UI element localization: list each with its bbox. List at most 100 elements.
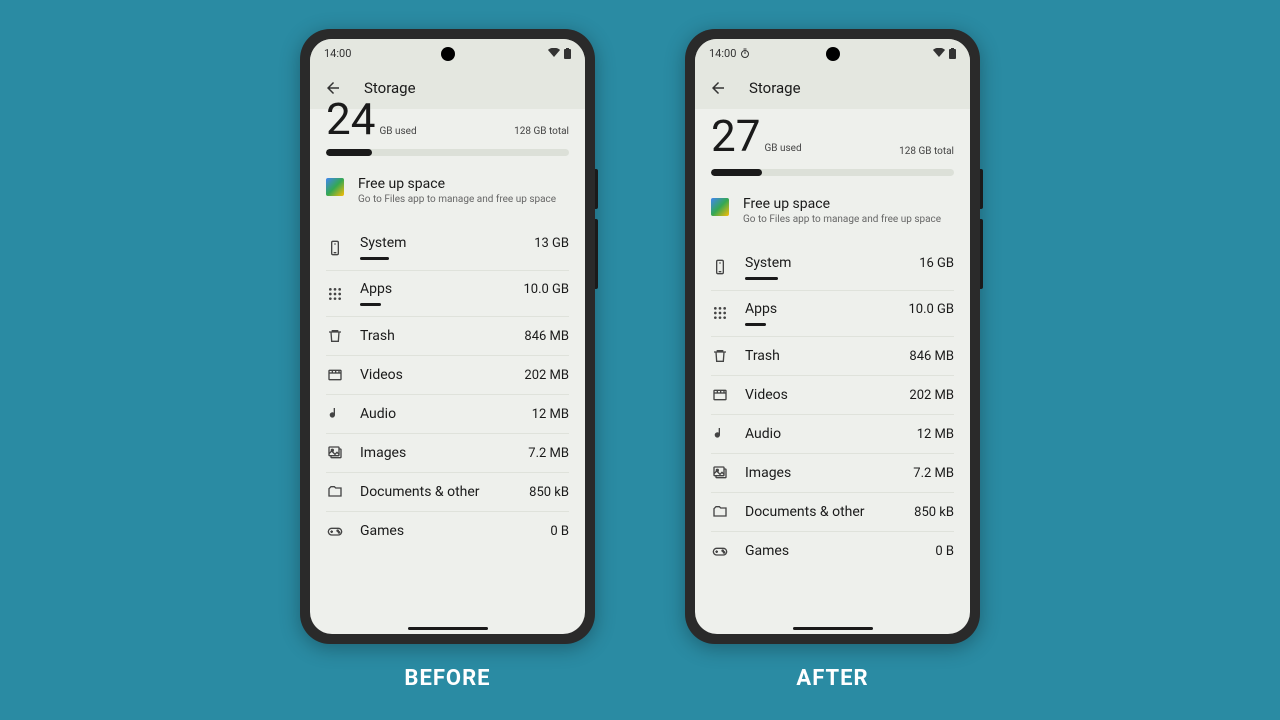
games-icon (711, 542, 729, 560)
category-size: 850 kB (529, 485, 569, 500)
category-size: 16 GB (919, 256, 954, 271)
phone-before: 14:00 Storage 24 GB used 128 GB total (300, 29, 595, 644)
category-docs[interactable]: Documents & other 850 kB (711, 493, 954, 532)
timer-icon (740, 48, 750, 58)
category-size: 12 MB (532, 407, 569, 422)
free-up-title: Free up space (743, 196, 941, 212)
back-icon[interactable] (709, 79, 727, 97)
images-icon (326, 444, 344, 462)
docs-icon (711, 503, 729, 521)
storage-summary: 27 GB used 128 GB total (695, 117, 970, 163)
category-trash[interactable]: Trash 846 MB (326, 317, 569, 356)
category-audio[interactable]: Audio 12 MB (711, 415, 954, 454)
category-system[interactable]: System 16 GB (711, 245, 954, 291)
page-title: Storage (749, 79, 801, 97)
category-images[interactable]: Images 7.2 MB (326, 434, 569, 473)
category-name: Games (745, 543, 789, 559)
files-app-icon (711, 198, 729, 216)
free-up-desc: Go to Files app to manage and free up sp… (743, 214, 941, 225)
category-size: 846 MB (524, 329, 569, 344)
category-videos[interactable]: Videos 202 MB (326, 356, 569, 395)
free-up-space[interactable]: Free up space Go to Files app to manage … (326, 166, 569, 215)
category-name: Audio (360, 406, 396, 422)
storage-progress (326, 149, 569, 156)
battery-icon (949, 48, 956, 59)
category-name: System (745, 255, 791, 271)
category-name: Apps (360, 281, 392, 297)
category-system[interactable]: System 13 GB (326, 225, 569, 271)
apps-icon (326, 285, 344, 303)
free-up-space[interactable]: Free up space Go to Files app to manage … (711, 186, 954, 235)
games-icon (326, 522, 344, 540)
category-apps[interactable]: Apps 10.0 GB (326, 271, 569, 317)
category-apps[interactable]: Apps 10.0 GB (711, 291, 954, 337)
category-trash[interactable]: Trash 846 MB (711, 337, 954, 376)
category-games[interactable]: Games 0 B (711, 532, 954, 570)
caption-before: BEFORE (404, 666, 490, 691)
category-size: 0 B (935, 544, 954, 559)
used-number: 27 (711, 117, 760, 157)
nav-handle[interactable] (793, 627, 873, 630)
category-size: 10.0 GB (908, 302, 954, 317)
clock: 14:00 (324, 47, 351, 60)
category-list-after: System 16 GB Apps 10.0 GB Trash 846 MB (695, 245, 970, 570)
free-up-title: Free up space (358, 176, 556, 192)
storage-progress (711, 169, 954, 176)
files-app-icon (326, 178, 344, 196)
category-name: Images (360, 445, 406, 461)
system-icon (326, 239, 344, 257)
category-size: 0 B (550, 524, 569, 539)
free-up-desc: Go to Files app to manage and free up sp… (358, 194, 556, 205)
category-audio[interactable]: Audio 12 MB (326, 395, 569, 434)
caption-after: AFTER (796, 666, 868, 691)
videos-icon (326, 366, 344, 384)
category-size: 10.0 GB (523, 282, 569, 297)
wifi-icon (548, 48, 560, 58)
progress-fill (326, 149, 372, 156)
trash-icon (711, 347, 729, 365)
system-icon (711, 258, 729, 276)
category-name: Images (745, 465, 791, 481)
category-name: Trash (360, 328, 395, 344)
audio-icon (711, 425, 729, 443)
category-name: Games (360, 523, 404, 539)
app-header: Storage (695, 67, 970, 109)
category-size: 7.2 MB (528, 446, 569, 461)
category-size: 13 GB (534, 236, 569, 251)
category-images[interactable]: Images 7.2 MB (711, 454, 954, 493)
total-label: 128 GB total (514, 126, 569, 137)
progress-fill (711, 169, 762, 176)
phone-after: 14:00 Storage 27 GB used 128 GB total (685, 29, 980, 644)
category-name: System (360, 235, 406, 251)
category-docs[interactable]: Documents & other 850 kB (326, 473, 569, 512)
category-videos[interactable]: Videos 202 MB (711, 376, 954, 415)
images-icon (711, 464, 729, 482)
nav-handle[interactable] (408, 627, 488, 630)
category-size: 202 MB (909, 388, 954, 403)
total-label: 128 GB total (899, 146, 954, 157)
audio-icon (326, 405, 344, 423)
category-size: 850 kB (914, 505, 954, 520)
camera-dot (826, 47, 840, 61)
videos-icon (711, 386, 729, 404)
category-list-before: System 13 GB Apps 10.0 GB Trash 846 MB (310, 225, 585, 550)
category-name: Trash (745, 348, 780, 364)
category-size: 846 MB (909, 349, 954, 364)
clock: 14:00 (709, 47, 736, 60)
battery-icon (564, 48, 571, 59)
category-name: Videos (360, 367, 403, 383)
category-size: 202 MB (524, 368, 569, 383)
category-games[interactable]: Games 0 B (326, 512, 569, 550)
category-name: Apps (745, 301, 777, 317)
trash-icon (326, 327, 344, 345)
used-label: GB used (379, 126, 416, 137)
category-name: Videos (745, 387, 788, 403)
storage-summary: 24 GB used 128 GB total (310, 109, 585, 143)
used-number: 24 (326, 97, 375, 133)
used-label: GB used (764, 143, 801, 154)
wifi-icon (933, 48, 945, 58)
category-name: Documents & other (360, 484, 480, 500)
docs-icon (326, 483, 344, 501)
category-name: Audio (745, 426, 781, 442)
apps-icon (711, 304, 729, 322)
